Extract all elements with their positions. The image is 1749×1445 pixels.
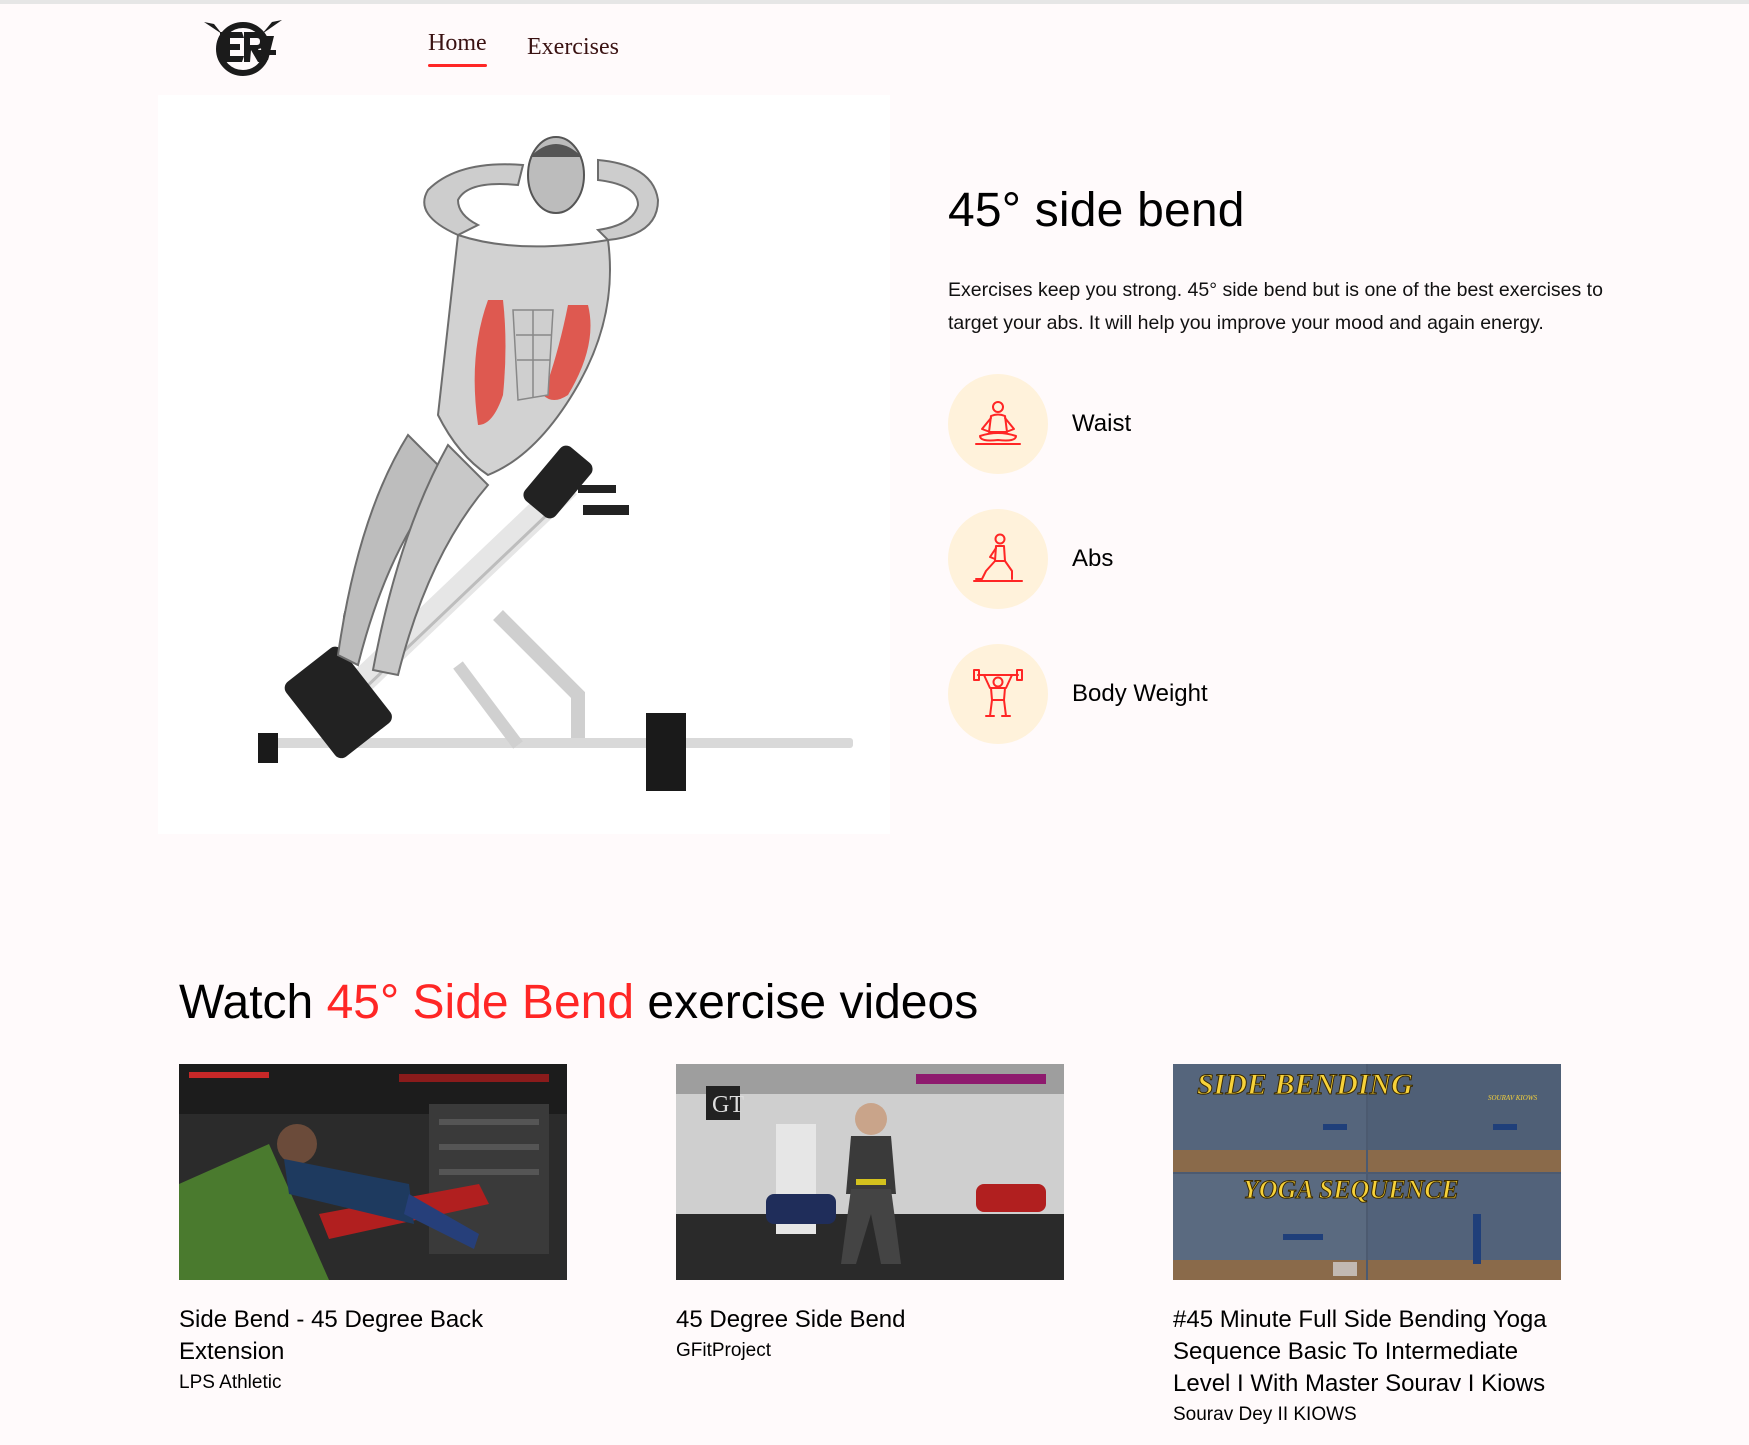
video-channel: LPS Athletic — [179, 1372, 282, 1393]
logo-icon — [204, 20, 282, 76]
video-card[interactable]: GT 45 Degree Side Bend GFitProject — [676, 1064, 1064, 1364]
tag-body-part: Waist — [948, 374, 1448, 474]
tag-target: Abs — [948, 509, 1448, 609]
video-thumbnail-image — [179, 1064, 567, 1280]
video-card[interactable]: Side Bend - 45 Degree Back Extension LPS… — [179, 1064, 567, 1396]
exercise-name: 45° side bend — [948, 184, 1245, 237]
top-border — [0, 0, 1749, 4]
tag-label-waist: Waist — [1072, 410, 1132, 437]
video-card[interactable]: SIDE BENDING YOGA SEQUENCE SOURAV KIOWS … — [1173, 1064, 1561, 1428]
meditation-icon — [975, 401, 1021, 445]
video-title[interactable]: #45 Minute Full Side Bending Yoga Sequen… — [1173, 1304, 1561, 1400]
video-thumbnail-image: GT — [676, 1064, 1064, 1280]
video-thumbnail[interactable] — [179, 1064, 567, 1280]
tag-icon-circle — [948, 644, 1048, 744]
videos-section-title: Watch 45° Side Bend exercise videos — [179, 975, 978, 1030]
side-bend-illustration — [258, 136, 853, 791]
video-title[interactable]: 45 Degree Side Bend — [676, 1304, 1064, 1336]
tag-icon-circle — [948, 374, 1048, 474]
video-thumbnail[interactable]: SIDE BENDING YOGA SEQUENCE SOURAV KIOWS — [1173, 1064, 1561, 1280]
weightlifter-icon — [973, 669, 1023, 717]
nav-home-link[interactable]: Home — [428, 30, 487, 67]
video-channel: Sourav Dey II KIOWS — [1173, 1404, 1357, 1425]
thumbnail-overlay-mid: YOGA SEQUENCE — [1243, 1175, 1459, 1204]
site-logo[interactable] — [200, 16, 286, 78]
videos-title-prefix: Watch — [179, 976, 314, 1029]
video-title[interactable]: Side Bend - 45 Degree Back Extension — [179, 1304, 567, 1368]
tag-equipment: Body Weight — [948, 644, 1448, 744]
tag-label-body-weight: Body Weight — [1072, 680, 1208, 707]
tag-icon-circle — [948, 509, 1048, 609]
gt-logo-text: GT — [712, 1092, 744, 1118]
video-channel: GFitProject — [676, 1340, 772, 1361]
nav-exercises-link[interactable]: Exercises — [527, 34, 619, 61]
thumbnail-overlay-top: SIDE BENDING — [1197, 1068, 1413, 1101]
video-thumbnail-image: SIDE BENDING YOGA SEQUENCE SOURAV KIOWS — [1173, 1064, 1561, 1280]
videos-title-highlight: 45° Side Bend — [326, 976, 635, 1029]
thumbnail-overlay-brand: SOURAV KIOWS — [1488, 1094, 1538, 1102]
video-thumbnail[interactable]: GT — [676, 1064, 1064, 1280]
lunge-icon — [973, 533, 1023, 582]
exercise-image — [158, 95, 890, 834]
videos-title-suffix: exercise videos — [647, 976, 979, 1029]
exercise-description: Exercises keep you strong. 45° side bend… — [948, 279, 1603, 334]
tag-label-abs: Abs — [1072, 545, 1114, 572]
